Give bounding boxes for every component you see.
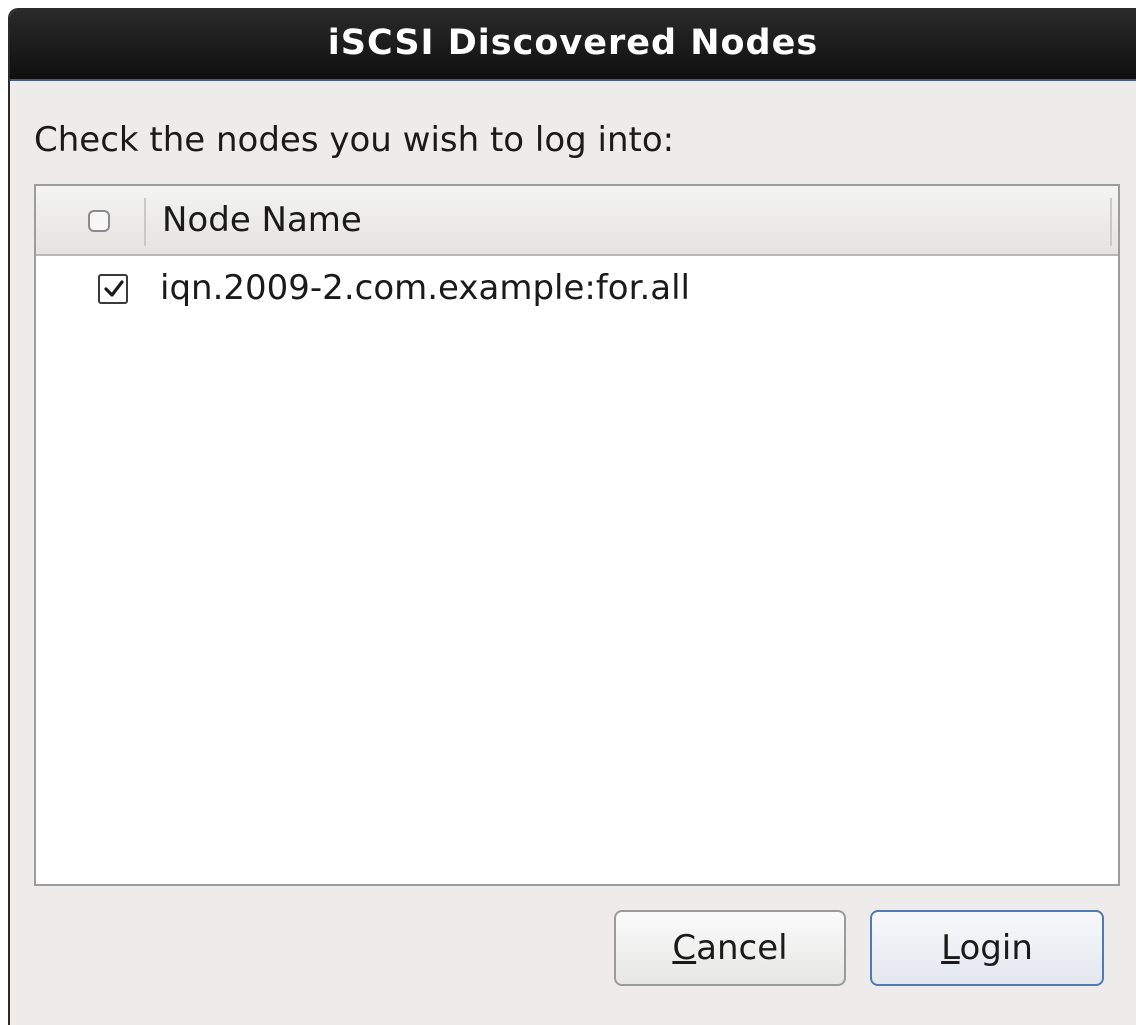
login-label: ogin	[959, 928, 1033, 968]
cancel-button[interactable]: Cancel	[614, 910, 846, 986]
column-header-node-name[interactable]: Node Name	[162, 200, 362, 240]
node-list: Node Name iqn.2009-2.com.example:for.all	[34, 184, 1120, 886]
checkmark-icon	[104, 280, 124, 297]
select-all-checkbox[interactable]	[88, 210, 110, 232]
list-header: Node Name	[36, 186, 1118, 256]
node-checkbox[interactable]	[98, 274, 128, 304]
dialog-title: iSCSI Discovered Nodes	[327, 23, 819, 63]
cancel-label: ancel	[696, 928, 788, 968]
column-divider	[144, 198, 146, 246]
column-divider-end	[1110, 198, 1112, 246]
node-name: iqn.2009-2.com.example:for.all	[160, 268, 691, 308]
login-button[interactable]: Login	[870, 910, 1104, 986]
login-mnemonic: L	[941, 928, 960, 968]
iscsi-dialog: iSCSI Discovered Nodes Check the nodes y…	[8, 8, 1136, 1025]
instruction-text: Check the nodes you wish to log into:	[34, 120, 675, 160]
list-item[interactable]: iqn.2009-2.com.example:for.all	[36, 258, 1118, 320]
cancel-mnemonic: C	[672, 928, 697, 968]
title-bar[interactable]: iSCSI Discovered Nodes	[10, 10, 1136, 81]
